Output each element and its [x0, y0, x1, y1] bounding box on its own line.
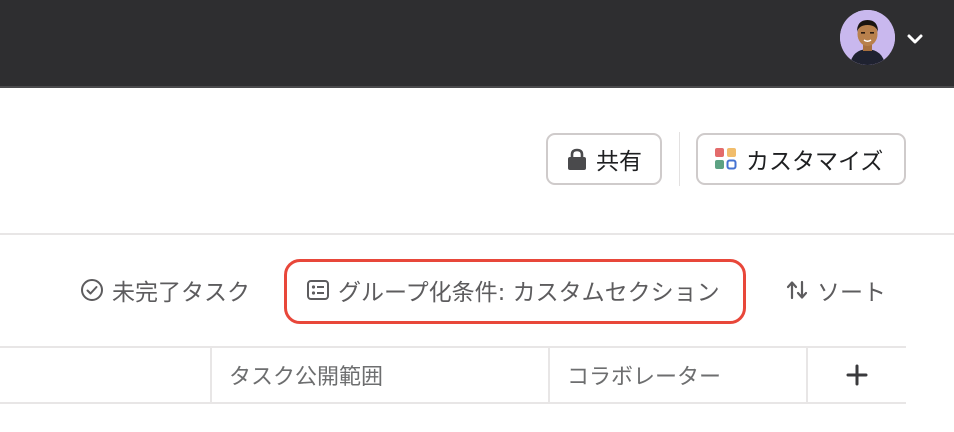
share-button[interactable]: 共有	[546, 133, 662, 185]
table-header-bottom-border	[0, 402, 906, 404]
sort-button[interactable]: ソート	[785, 270, 886, 310]
sort-label: ソート	[817, 280, 886, 306]
column-header-collaborators[interactable]: コラボレーター	[550, 348, 806, 402]
column-header-label: タスク公開範囲	[229, 365, 384, 390]
incomplete-tasks-label: 未完了タスク	[112, 280, 250, 306]
column-header-label: コラボレーター	[567, 365, 722, 390]
group-list-icon	[306, 278, 330, 302]
column-header-task-visibility[interactable]: タスク公開範囲	[212, 348, 548, 402]
top-bar	[0, 0, 954, 88]
section-divider	[0, 233, 954, 235]
share-label: 共有	[596, 149, 642, 175]
apps-icon	[714, 147, 738, 171]
group-by-button[interactable]: グループ化条件: カスタムセクション	[306, 270, 720, 310]
sort-icon	[785, 278, 809, 302]
user-avatar[interactable]	[840, 10, 895, 65]
incomplete-tasks-filter[interactable]: 未完了タスク	[80, 270, 250, 310]
group-by-label: グループ化条件: カスタムセクション	[338, 280, 720, 306]
lock-icon	[566, 147, 588, 171]
check-circle-icon	[80, 278, 104, 302]
plus-icon	[846, 364, 868, 386]
customize-label: カスタマイズ	[746, 149, 884, 175]
add-column-button[interactable]	[808, 348, 906, 402]
customize-button[interactable]: カスタマイズ	[696, 133, 906, 185]
avatar-photo	[840, 10, 895, 65]
chevron-down-icon[interactable]	[904, 28, 926, 50]
divider	[679, 132, 680, 186]
